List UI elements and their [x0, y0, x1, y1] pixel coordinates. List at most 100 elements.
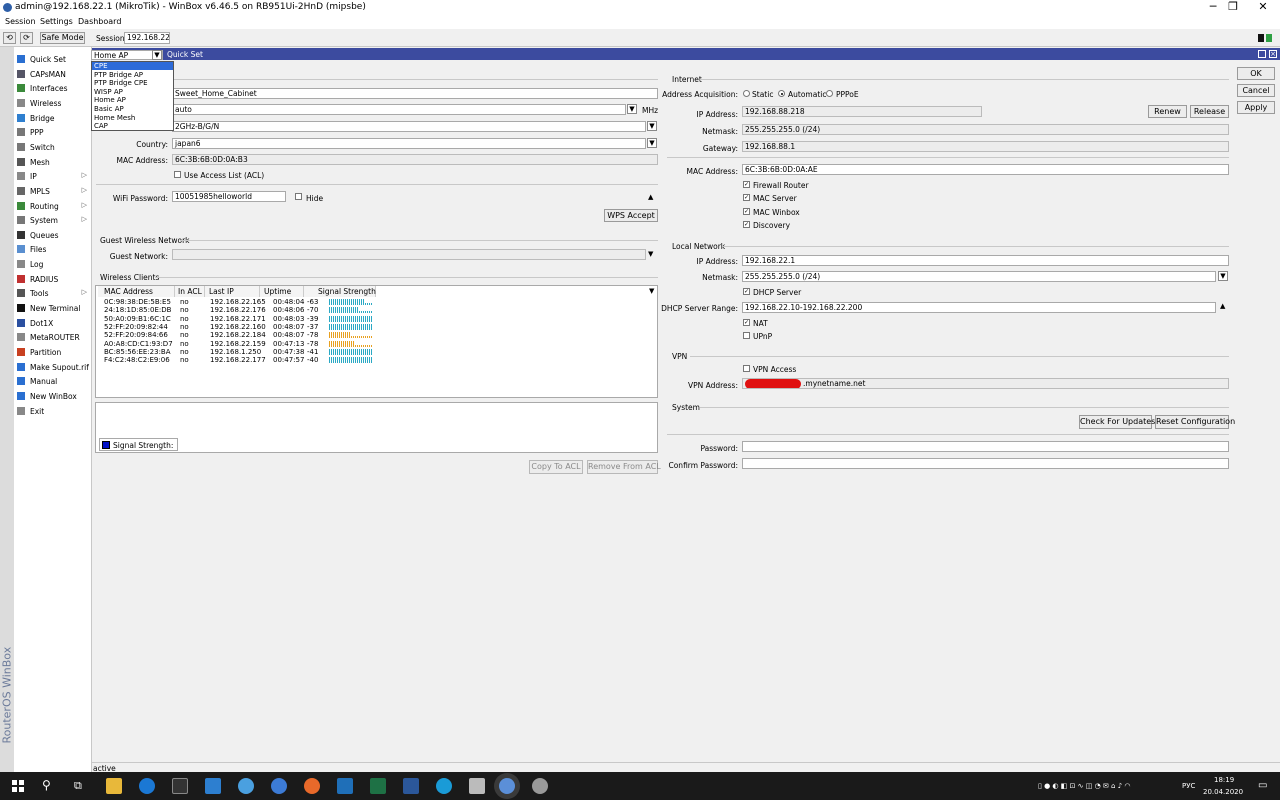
wifi-password-field[interactable]: 10051985helloworld [172, 191, 286, 202]
sidebar-item-log[interactable]: Log [15, 257, 91, 271]
wireless-clients-table[interactable]: MAC Address In ACL Last IP Uptime Signal… [95, 285, 658, 398]
dhcp-range-up-icon[interactable]: ▲ [1220, 302, 1225, 310]
col-in-acl[interactable]: In ACL [175, 286, 205, 297]
sidebar-item-exit[interactable]: Exit [15, 404, 91, 418]
safe-mode-button[interactable]: Safe Mode [40, 32, 85, 44]
close-button[interactable]: ✕ [1248, 0, 1278, 15]
sidebar-item-ip[interactable]: IP ▷ [15, 169, 91, 183]
sidebar-item-new-terminal[interactable]: New Terminal [15, 301, 91, 315]
sidebar-item-dot1x[interactable]: Dot1X [15, 316, 91, 330]
table-row[interactable]: 52:FF:20:09:82:44 no 192.168.22.160 00:48:0… [96, 323, 659, 331]
sidebar-item-make-supout-rif[interactable]: Make Supout.rif [15, 360, 91, 374]
upnp-checkbox[interactable] [743, 332, 750, 339]
mode-option-home-ap[interactable]: Home AP [92, 96, 173, 104]
mode-option-ptp-bridge-cpe[interactable]: PTP Bridge CPE [92, 79, 173, 87]
release-button[interactable]: Release [1190, 105, 1229, 118]
acq-static-radio[interactable] [743, 90, 750, 97]
maximize-button[interactable]: ❐ [1218, 0, 1248, 15]
local-netmask-field[interactable]: 255.255.255.0 (/24) [742, 271, 1216, 282]
sidebar-item-metarouter[interactable]: MetaROUTER [15, 330, 91, 344]
notification-icon[interactable]: ▭ [1258, 780, 1267, 791]
discovery-checkbox[interactable]: ✓ [743, 220, 750, 228]
reset-configuration-button[interactable]: Reset Configuration [1155, 415, 1235, 429]
menu-dashboard[interactable]: Dashboard [78, 17, 121, 26]
sidebar-item-interfaces[interactable]: Interfaces [15, 81, 91, 95]
chat-app-icon[interactable] [238, 778, 254, 794]
apply-button[interactable]: Apply [1237, 101, 1275, 114]
sidebar-item-radius[interactable]: RADIUS [15, 272, 91, 286]
col-signal[interactable]: Signal Strength [304, 286, 376, 297]
menu-session[interactable]: Session [5, 17, 36, 26]
mode-option-basic-ap[interactable]: Basic AP [92, 105, 173, 113]
table-row[interactable]: BC:85:56:EE:23:BA no 192.168.1.250 00:47:38… [96, 348, 659, 356]
edge-icon[interactable] [139, 778, 155, 794]
table-row[interactable]: 24:18:1D:85:0E:DB no 192.168.22.176 00:48:0… [96, 306, 659, 314]
country-field[interactable]: japan6 [172, 138, 646, 149]
start-windows-icon[interactable] [12, 780, 24, 792]
window-close-icon[interactable]: × [1269, 50, 1277, 58]
file-explorer-icon[interactable] [106, 778, 122, 794]
band-field[interactable]: 2GHz-B/G/N [172, 121, 646, 132]
sidebar-item-wireless[interactable]: Wireless [15, 96, 91, 110]
language-indicator[interactable]: РУС [1182, 782, 1195, 790]
winbox-taskbar-icon[interactable] [499, 778, 515, 794]
hide-checkbox[interactable] [295, 193, 302, 200]
mode-option-ptp-bridge-ap[interactable]: PTP Bridge AP [92, 71, 173, 79]
check-updates-button[interactable]: Check For Updates [1079, 415, 1155, 429]
clock-time[interactable]: 18:19 [1214, 776, 1234, 784]
terminal-app-icon[interactable] [172, 778, 188, 794]
acl-checkbox[interactable] [174, 171, 181, 178]
acq-automatic-radio[interactable] [778, 90, 785, 97]
inet-mac-field[interactable]: 6C:3B:6B:0D:0A:AE [742, 164, 1229, 175]
mail-app-icon[interactable] [337, 778, 353, 794]
mode-select-arrow-icon[interactable]: ▼ [152, 50, 162, 60]
undo-button[interactable]: ⟲ [3, 32, 16, 44]
col-mac[interactable]: MAC Address [98, 286, 175, 297]
firewall-router-checkbox[interactable]: ✓ [743, 181, 750, 188]
renew-button[interactable]: Renew [1148, 105, 1187, 118]
table-row[interactable]: 50:A0:09:B1:6C:1C no 192.168.22.171 00:48:0… [96, 315, 659, 323]
excel-icon[interactable] [370, 778, 386, 794]
sidebar-item-partition[interactable]: Partition [15, 345, 91, 359]
remove-from-acl-button[interactable]: Remove From ACL [587, 460, 661, 474]
country-dropdown-icon[interactable]: ▼ [647, 138, 657, 148]
password-field[interactable] [742, 441, 1229, 452]
firefox-icon[interactable] [304, 778, 320, 794]
tray-icons[interactable]: ▯ ● ◐ ◧ ⊡ ∿ ◫ ◔ ✉ ⌂ ♪ ◠ [1038, 782, 1131, 790]
dhcp-server-checkbox[interactable]: ✓ [743, 288, 750, 295]
frequency-dropdown-icon[interactable]: ▼ [627, 104, 637, 114]
mode-option-cpe[interactable]: CPE [92, 62, 173, 70]
sidebar-item-switch[interactable]: Switch [15, 140, 91, 154]
table-row[interactable]: 52:FF:20:09:84:66 no 192.168.22.184 00:48:0… [96, 331, 659, 339]
mode-option-home-mesh[interactable]: Home Mesh [92, 114, 173, 122]
ok-button[interactable]: OK [1237, 67, 1275, 80]
search-icon[interactable]: ⚲ [42, 778, 51, 792]
col-last-ip[interactable]: Last IP [205, 286, 260, 297]
task-view-icon[interactable]: ⧉ [74, 779, 82, 793]
sidebar-item-files[interactable]: Files [15, 242, 91, 256]
guest-dropdown-icon[interactable]: ▼ [648, 250, 653, 258]
redo-button[interactable]: ⟳ [20, 32, 33, 44]
session-field[interactable]: 192.168.22.1 [124, 32, 170, 44]
store-icon[interactable] [469, 778, 485, 794]
copy-to-acl-button[interactable]: Copy To ACL [529, 460, 583, 474]
frequency-field[interactable]: auto [172, 104, 626, 115]
table-row[interactable]: 0C:98:38:DE:5B:E5 no 192.168.22.165 00:48:0… [96, 298, 659, 306]
sidebar-item-quick-set[interactable]: Quick Set [15, 52, 91, 66]
confirm-password-field[interactable] [742, 458, 1229, 469]
table-row[interactable]: F4:C2:48:C2:E9:06 no 192.168.22.177 00:47:5… [96, 356, 659, 364]
calculator-icon[interactable] [205, 778, 221, 794]
acq-pppoe-radio[interactable] [826, 90, 833, 97]
sidebar-item-manual[interactable]: Manual [15, 374, 91, 388]
sidebar-item-queues[interactable]: Queues [15, 228, 91, 242]
app-icon[interactable] [532, 778, 548, 794]
mac-winbox-checkbox[interactable]: ✓ [743, 207, 750, 215]
sidebar-item-bridge[interactable]: Bridge [15, 111, 91, 125]
col-uptime[interactable]: Uptime [260, 286, 304, 297]
mode-option-cap[interactable]: CAP [92, 122, 173, 130]
cancel-button[interactable]: Cancel [1237, 84, 1275, 97]
word-icon[interactable] [403, 778, 419, 794]
sidebar-item-new-winbox[interactable]: New WinBox [15, 389, 91, 403]
sidebar-item-system[interactable]: System ▷ [15, 213, 91, 227]
menu-settings[interactable]: Settings [40, 17, 73, 26]
